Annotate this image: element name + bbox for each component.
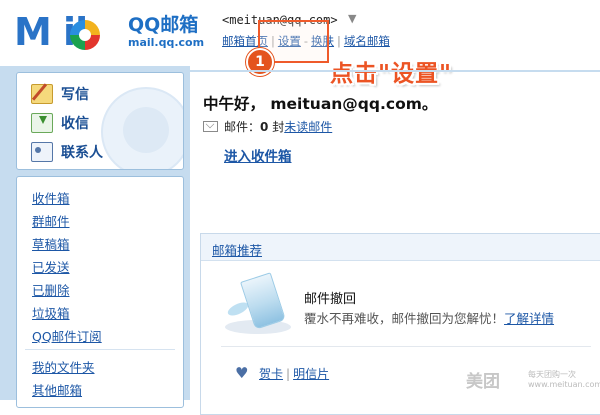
folder-divider: [25, 349, 175, 350]
recommend-title[interactable]: 邮箱推荐: [212, 240, 262, 259]
folder-inbox[interactable]: 收件箱: [32, 188, 70, 207]
sidebar-actions-panel: 写信 收信 联系人: [16, 72, 184, 170]
recommend-header: 邮箱推荐: [201, 234, 600, 261]
separator: |: [286, 367, 291, 381]
receive-label: 收信: [61, 116, 89, 132]
folder-spam[interactable]: 垃圾箱: [32, 303, 70, 322]
logo-circle-icon: [70, 20, 100, 50]
recall-desc-text: 覆水不再难收，邮件撤回为您解忧！: [304, 311, 505, 326]
separator: |: [337, 34, 341, 48]
folder-deleted[interactable]: 已删除: [32, 280, 70, 299]
link-domain-mail[interactable]: 域名邮箱: [344, 34, 390, 48]
card-links: 贺卡 | 明信片: [259, 365, 329, 382]
mail-unit: 封: [272, 120, 285, 134]
caret-down-icon[interactable]: ▼: [348, 12, 356, 25]
greeting: 中午好， meituan@qq.com。: [203, 95, 438, 113]
brand: QQ邮箱 mail.qq.com: [128, 14, 204, 49]
water-glass-icon: [221, 272, 299, 336]
envelope-icon: [203, 121, 218, 132]
folder-drafts[interactable]: 草稿箱: [32, 234, 70, 253]
heart-icon: ♥: [235, 364, 249, 382]
sidebar-folders-panel: 收件箱 群邮件 草稿箱 已发送 已删除 垃圾箱 QQ邮件订阅 我的文件夹 其他邮…: [16, 176, 184, 408]
meituan-watermark-logo: 美团: [466, 372, 500, 392]
learn-more-link[interactable]: 了解详情: [504, 311, 554, 326]
unread-mail-link[interactable]: 未读邮件: [284, 120, 332, 134]
folder-my-folders[interactable]: 我的文件夹: [32, 357, 95, 376]
mail-prefix: 邮件：: [224, 120, 261, 134]
recall-title: 邮件撤回: [304, 292, 357, 307]
contacts-label: 联系人: [61, 145, 103, 161]
inbox-icon: [31, 113, 53, 133]
brand-domain: mail.qq.com: [128, 36, 205, 49]
qq-mail-logo[interactable]: M il: [14, 8, 124, 58]
folder-group-mail[interactable]: 群邮件: [32, 211, 70, 230]
folder-subscriptions[interactable]: QQ邮件订阅: [32, 326, 102, 345]
compose-label: 写信: [61, 87, 89, 103]
meituan-url: www.meituan.com: [528, 380, 600, 389]
recall-description: 覆水不再难收，邮件撤回为您解忧！了解详情: [304, 308, 554, 327]
contacts-icon: [31, 142, 53, 162]
compose-button[interactable]: 写信: [31, 82, 89, 106]
greeting-card-link[interactable]: 贺卡: [259, 367, 283, 381]
receive-button[interactable]: 收信: [31, 111, 89, 135]
folder-other-mailboxes[interactable]: 其他邮箱: [32, 380, 82, 399]
folder-sent[interactable]: 已发送: [32, 257, 70, 276]
enter-inbox-link[interactable]: 进入收件箱: [224, 145, 292, 165]
mail-status: 邮件：0 封未读邮件: [224, 118, 332, 135]
postcard-link[interactable]: 明信片: [293, 367, 329, 381]
header: M il QQ邮箱 mail.qq.com <meituan@qq.com> ▼…: [0, 0, 600, 87]
write-icon: [31, 84, 53, 104]
content-top-border: [186, 70, 600, 72]
meituan-watermark-text: 每天团购一次 www.meituan.com: [528, 370, 600, 390]
penguin-watermark-icon: [101, 87, 183, 169]
meituan-slogan: 每天团购一次: [528, 370, 576, 379]
brand-name: QQ邮箱: [128, 14, 199, 36]
mail-count: 0: [260, 120, 269, 134]
recommend-divider: [221, 346, 591, 347]
contacts-button[interactable]: 联系人: [31, 140, 103, 164]
